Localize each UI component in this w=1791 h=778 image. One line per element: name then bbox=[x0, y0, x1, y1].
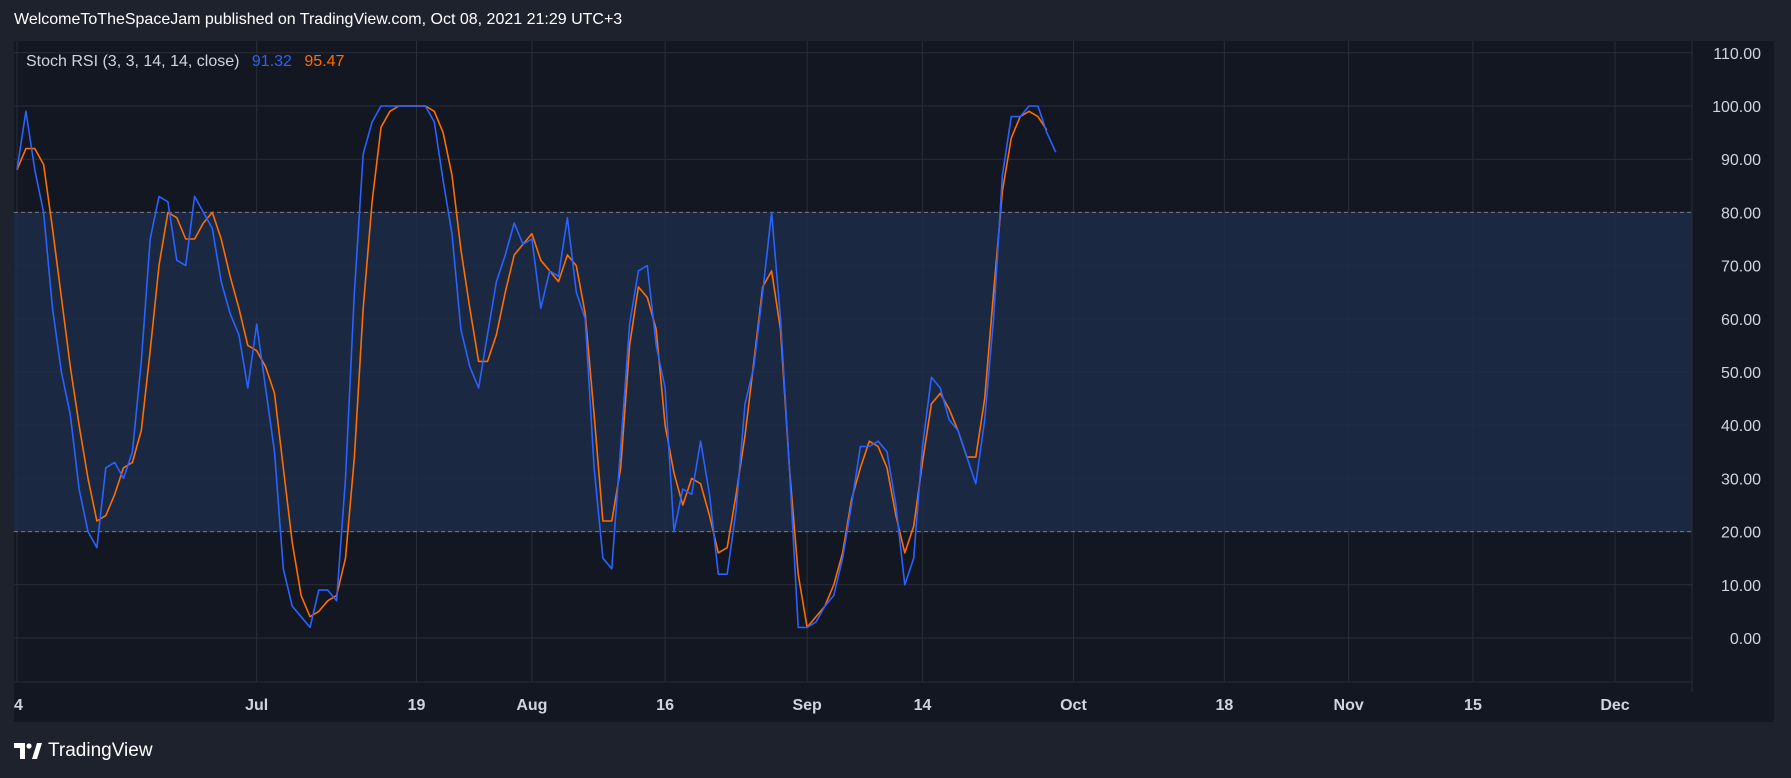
x-tick-label: Dec bbox=[1600, 697, 1629, 714]
y-tick-label: 30.00 bbox=[1721, 471, 1761, 488]
x-tick-label: Sep bbox=[792, 697, 822, 714]
x-tick-label: 19 bbox=[408, 697, 426, 714]
x-tick-label: 14 bbox=[914, 697, 932, 714]
overbought-oversold-band bbox=[14, 212, 1692, 532]
y-tick-label: 0.00 bbox=[1730, 631, 1761, 648]
y-tick-label: 110.00 bbox=[1713, 46, 1761, 63]
y-tick-label: 60.00 bbox=[1721, 312, 1761, 329]
d-value: 95.47 bbox=[304, 53, 345, 70]
tradingview-logo-icon bbox=[14, 743, 42, 759]
y-tick-label: 70.00 bbox=[1721, 259, 1761, 276]
y-tick-label: 10.00 bbox=[1721, 578, 1761, 595]
x-tick-label: Jul bbox=[245, 697, 268, 714]
y-tick-label: 100.00 bbox=[1712, 99, 1761, 116]
y-tick-label: 40.00 bbox=[1721, 418, 1761, 435]
x-tick-label: 16 bbox=[656, 697, 674, 714]
x-tick-label: 4 bbox=[14, 697, 23, 714]
x-tick-label: 18 bbox=[1215, 697, 1233, 714]
y-tick-label: 80.00 bbox=[1721, 205, 1761, 222]
x-tick-label: 15 bbox=[1464, 697, 1482, 714]
time-scale-background bbox=[14, 682, 1774, 722]
y-tick-label: 20.00 bbox=[1721, 525, 1761, 542]
indicator-legend[interactable]: Stoch RSI (3, 3, 14, 14, close) 91.32 95… bbox=[26, 53, 344, 71]
y-tick-label: 90.00 bbox=[1721, 152, 1761, 169]
stoch-rsi-chart[interactable]: 110.00100.0090.0080.0070.0060.0050.0040.… bbox=[0, 0, 1791, 778]
x-tick-label: Nov bbox=[1334, 697, 1364, 714]
k-value: 91.32 bbox=[251, 53, 292, 70]
y-tick-label: 50.00 bbox=[1721, 365, 1761, 382]
tradingview-branding[interactable]: TradingView bbox=[14, 740, 153, 762]
tradingview-wordmark: TradingView bbox=[48, 740, 153, 761]
x-tick-label: Oct bbox=[1060, 697, 1087, 714]
indicator-title: Stoch RSI (3, 3, 14, 14, close) bbox=[26, 53, 240, 70]
x-tick-label: Aug bbox=[516, 697, 547, 714]
